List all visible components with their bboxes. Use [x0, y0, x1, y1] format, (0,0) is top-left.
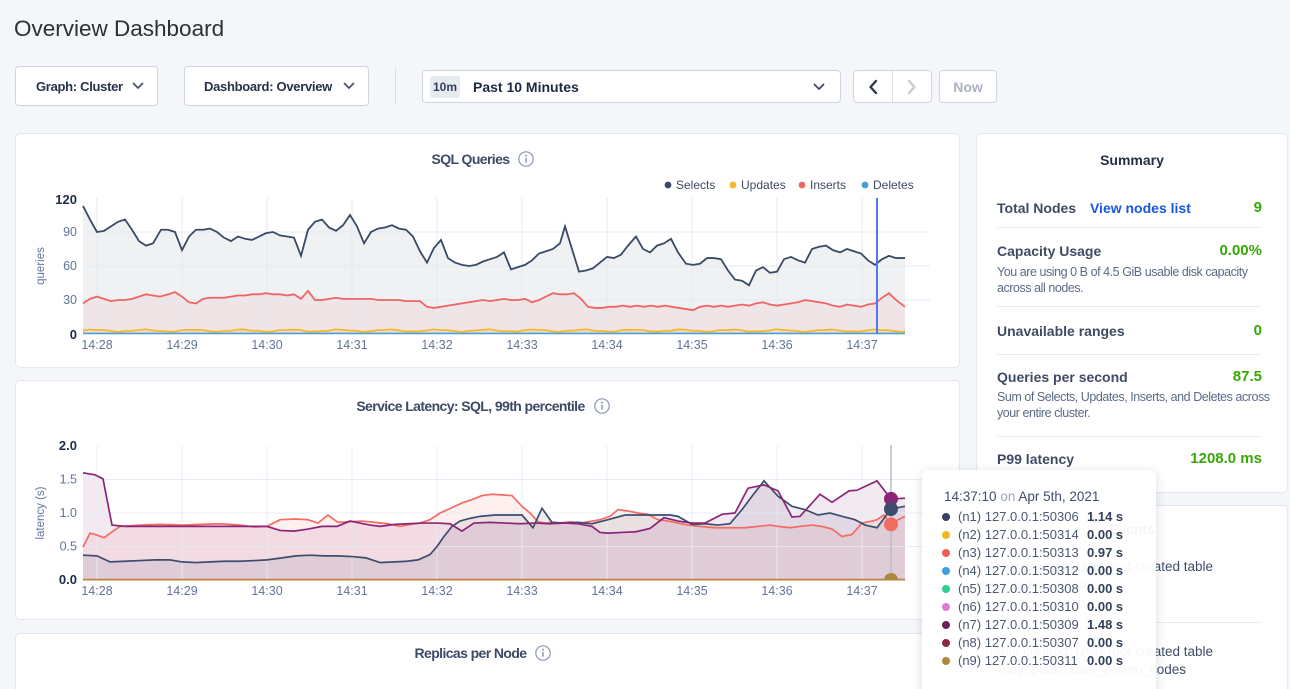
- svg-text:14:37: 14:37: [846, 584, 877, 598]
- svg-text:Selects: Selects: [676, 178, 715, 192]
- svg-text:14:32: 14:32: [421, 338, 452, 352]
- svg-text:14:32: 14:32: [421, 584, 452, 598]
- svg-text:90: 90: [63, 225, 77, 239]
- svg-text:14:29: 14:29: [166, 584, 197, 598]
- svg-text:14:33: 14:33: [506, 338, 537, 352]
- svg-text:14:28: 14:28: [81, 338, 112, 352]
- svg-text:14:31: 14:31: [336, 584, 367, 598]
- svg-text:queries: queries: [35, 247, 47, 285]
- svg-text:Deletes: Deletes: [873, 178, 914, 192]
- svg-text:0.0: 0.0: [59, 572, 77, 587]
- svg-text:Updates: Updates: [741, 178, 786, 192]
- svg-text:14:31: 14:31: [336, 338, 367, 352]
- svg-text:latency (s): latency (s): [35, 486, 47, 539]
- svg-text:60: 60: [63, 259, 77, 273]
- svg-text:0: 0: [70, 327, 77, 342]
- svg-text:1.0: 1.0: [60, 506, 77, 520]
- svg-text:14:37: 14:37: [846, 338, 877, 352]
- svg-text:Inserts: Inserts: [810, 178, 846, 192]
- svg-text:14:35: 14:35: [676, 584, 707, 598]
- svg-text:2.0: 2.0: [59, 438, 77, 453]
- svg-text:30: 30: [63, 293, 77, 307]
- svg-text:14:29: 14:29: [166, 338, 197, 352]
- svg-text:14:28: 14:28: [81, 584, 112, 598]
- svg-text:14:36: 14:36: [761, 584, 792, 598]
- svg-text:120: 120: [55, 192, 77, 207]
- svg-text:14:33: 14:33: [506, 584, 537, 598]
- svg-text:1.5: 1.5: [60, 473, 77, 487]
- svg-text:0.5: 0.5: [60, 540, 77, 554]
- svg-text:14:30: 14:30: [251, 584, 282, 598]
- svg-text:14:30: 14:30: [251, 338, 282, 352]
- svg-text:14:35: 14:35: [676, 338, 707, 352]
- svg-text:14:34: 14:34: [591, 584, 622, 598]
- svg-text:14:34: 14:34: [591, 338, 622, 352]
- svg-text:14:36: 14:36: [761, 338, 792, 352]
